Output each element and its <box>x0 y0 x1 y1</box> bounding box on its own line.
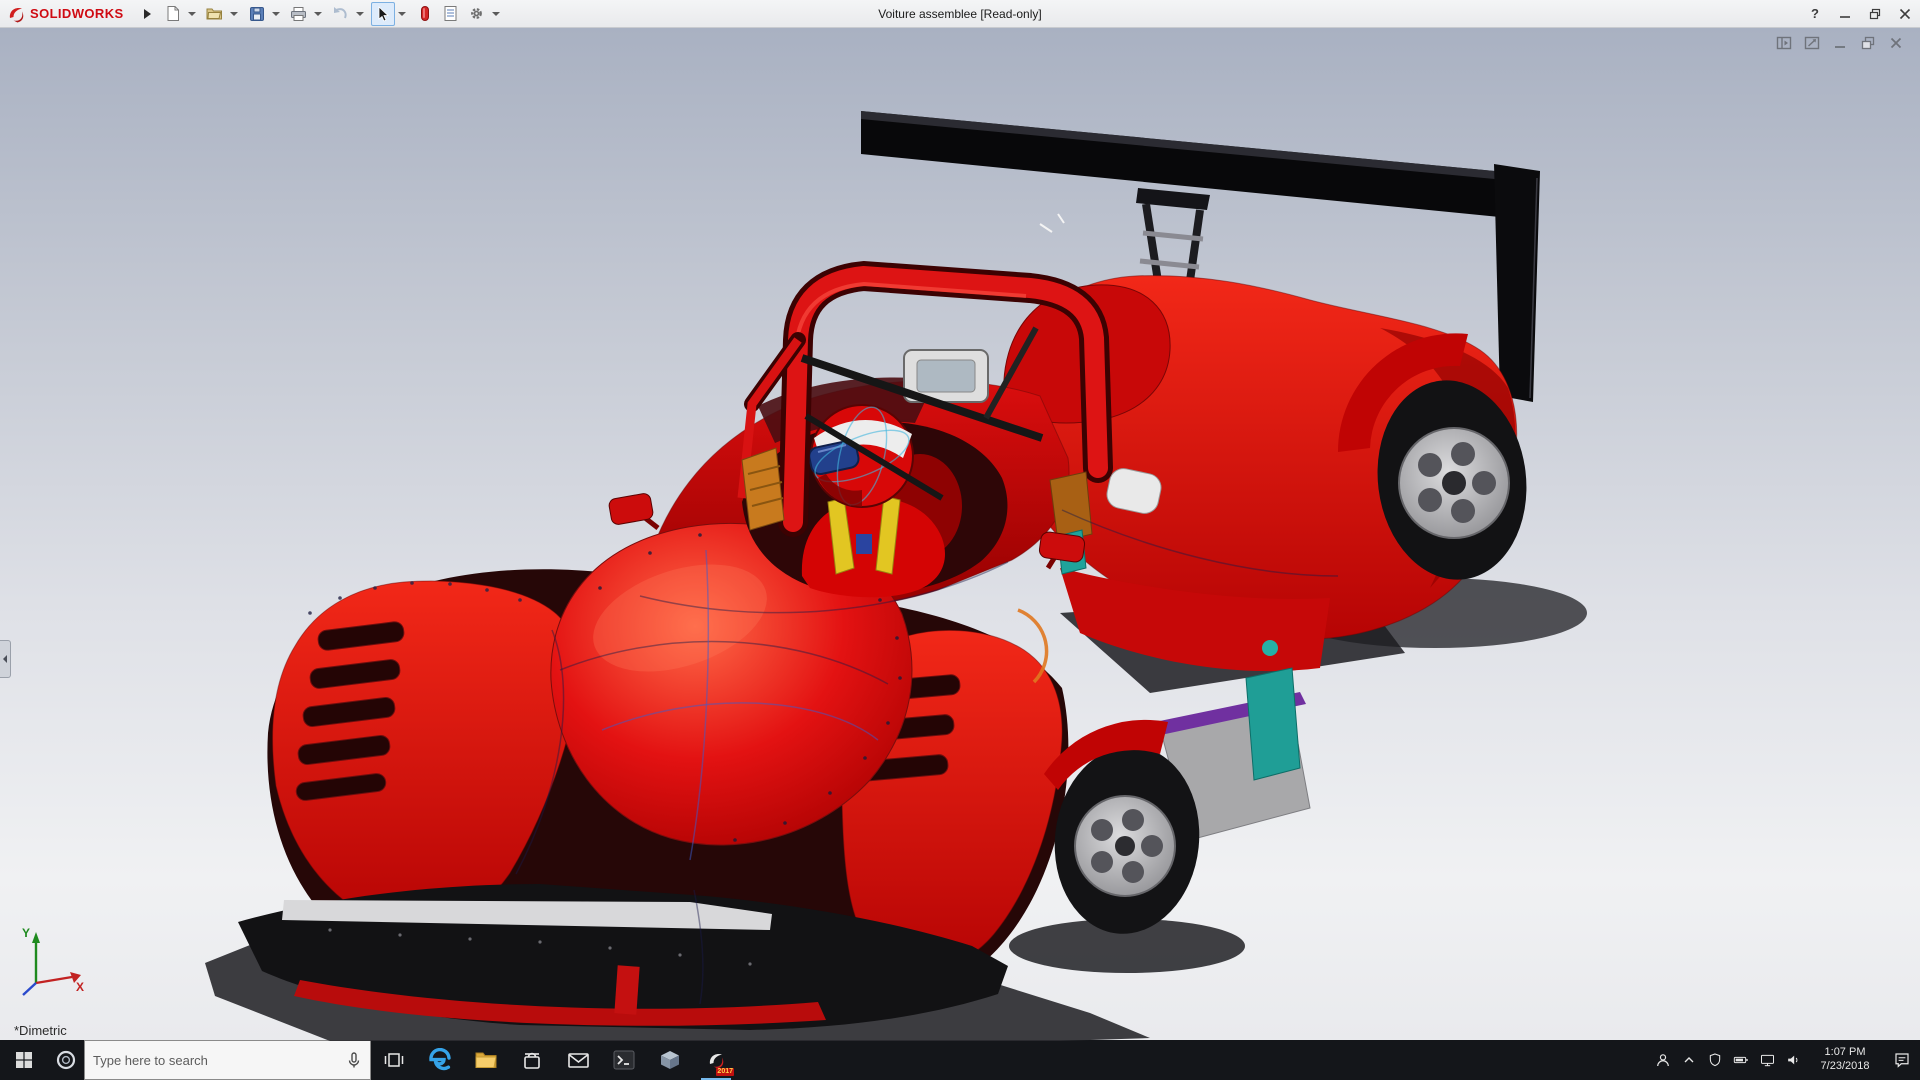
task-view-button[interactable] <box>371 1040 417 1080</box>
command-prompt-icon <box>612 1049 636 1071</box>
open-dropdown[interactable] <box>230 12 238 16</box>
view-orientation-label: *Dimetric <box>14 1023 67 1038</box>
close-button[interactable] <box>1890 1 1920 27</box>
solidworks-app-icon <box>706 1050 726 1070</box>
taskbar-edge[interactable] <box>417 1040 463 1080</box>
search-input[interactable] <box>85 1053 338 1068</box>
save-dropdown[interactable] <box>272 12 280 16</box>
solidworks-year-badge: 2017 <box>716 1068 734 1076</box>
cube-app-icon <box>658 1048 682 1072</box>
cortana-button[interactable] <box>48 1040 84 1080</box>
print-icon <box>290 6 307 22</box>
quick-access-toolbar <box>161 2 505 26</box>
document-window-controls <box>1774 34 1906 52</box>
gear-icon <box>468 5 485 22</box>
doc-close-button[interactable] <box>1886 34 1906 52</box>
taskbar-clock[interactable]: 1:07 PM 7/23/2018 <box>1806 1040 1884 1080</box>
solidworks-logo: SOLIDWORKS <box>0 4 130 24</box>
save-button[interactable] <box>245 2 269 26</box>
taskbar-search <box>84 1040 371 1080</box>
system-tray: 1:07 PM 7/23/2018 <box>1650 1040 1920 1080</box>
print-button[interactable] <box>287 2 311 26</box>
open-folder-icon <box>206 6 223 21</box>
taskbar-file-explorer[interactable] <box>463 1040 509 1080</box>
doc-restore-button[interactable] <box>1858 34 1878 52</box>
notifications-icon <box>1893 1051 1911 1069</box>
clock-date: 7/23/2018 <box>1821 1060 1870 1074</box>
menu-expand-arrow[interactable] <box>144 9 151 19</box>
people-icon[interactable] <box>1650 1040 1676 1080</box>
minimize-button[interactable] <box>1830 1 1860 27</box>
new-document-dropdown[interactable] <box>188 12 196 16</box>
show-preview-button[interactable] <box>1802 34 1822 52</box>
solidworks-window: SOLIDWORKS <box>0 0 1920 1080</box>
new-document-button[interactable] <box>161 2 185 26</box>
doc-minimize-button[interactable] <box>1830 34 1850 52</box>
task-view-icon <box>384 1051 404 1069</box>
clock-time: 1:07 PM <box>1825 1046 1866 1060</box>
show-pane-button[interactable] <box>1774 34 1794 52</box>
undo-dropdown[interactable] <box>356 12 364 16</box>
ds-swirl-icon <box>6 4 26 24</box>
graphics-viewport[interactable]: Y X *Dimetric <box>0 28 1920 1040</box>
chevron-up-icon[interactable] <box>1676 1040 1702 1080</box>
titlebar: SOLIDWORKS <box>0 0 1920 28</box>
triad-y-label: Y <box>22 926 30 940</box>
car-model[interactable] <box>0 28 1920 1041</box>
undo-button[interactable] <box>329 2 353 26</box>
rebuild-stop-icon <box>419 5 431 22</box>
help-button[interactable]: ? <box>1800 1 1830 27</box>
taskbar: 2017 1:07 PM 7/23/2018 <box>0 1040 1920 1080</box>
open-button[interactable] <box>203 2 227 26</box>
edge-icon <box>428 1048 452 1072</box>
taskbar-store[interactable] <box>509 1040 555 1080</box>
select-cursor-icon <box>376 6 390 22</box>
taskbar-mail[interactable] <box>555 1040 601 1080</box>
undo-icon <box>332 6 349 21</box>
panel-arrow-icon <box>3 655 7 663</box>
restore-button[interactable] <box>1860 1 1890 27</box>
microphone-icon[interactable] <box>338 1051 370 1069</box>
save-icon <box>249 6 265 22</box>
network-icon[interactable] <box>1754 1040 1780 1080</box>
new-document-icon <box>165 5 181 22</box>
collapsed-panel-tab[interactable] <box>0 640 11 678</box>
taskbar-command-prompt[interactable] <box>601 1040 647 1080</box>
reference-triad: Y X <box>16 925 88 1004</box>
start-button[interactable] <box>0 1040 48 1080</box>
file-explorer-icon <box>474 1050 498 1070</box>
taskbar-solidworks[interactable]: 2017 <box>693 1040 739 1080</box>
options-button[interactable] <box>465 2 489 26</box>
window-controls: ? <box>1800 1 1920 27</box>
rebuild-stop-button[interactable] <box>413 2 437 26</box>
volume-icon[interactable] <box>1780 1040 1806 1080</box>
file-properties-button[interactable] <box>439 2 463 26</box>
battery-icon[interactable] <box>1728 1040 1754 1080</box>
file-properties-icon <box>443 5 458 22</box>
cortana-ring-icon <box>55 1049 77 1071</box>
shield-icon[interactable] <box>1702 1040 1728 1080</box>
windows-logo-icon <box>15 1051 33 1069</box>
store-bag-icon <box>521 1049 543 1071</box>
mail-icon <box>567 1051 590 1069</box>
select-button[interactable] <box>371 2 395 26</box>
print-dropdown[interactable] <box>314 12 322 16</box>
select-dropdown[interactable] <box>398 12 406 16</box>
action-center-button[interactable] <box>1884 1040 1920 1080</box>
taskbar-cube-app[interactable] <box>647 1040 693 1080</box>
brand-name: SOLIDWORKS <box>30 6 124 21</box>
triad-x-label: X <box>76 980 84 994</box>
options-dropdown[interactable] <box>492 12 500 16</box>
